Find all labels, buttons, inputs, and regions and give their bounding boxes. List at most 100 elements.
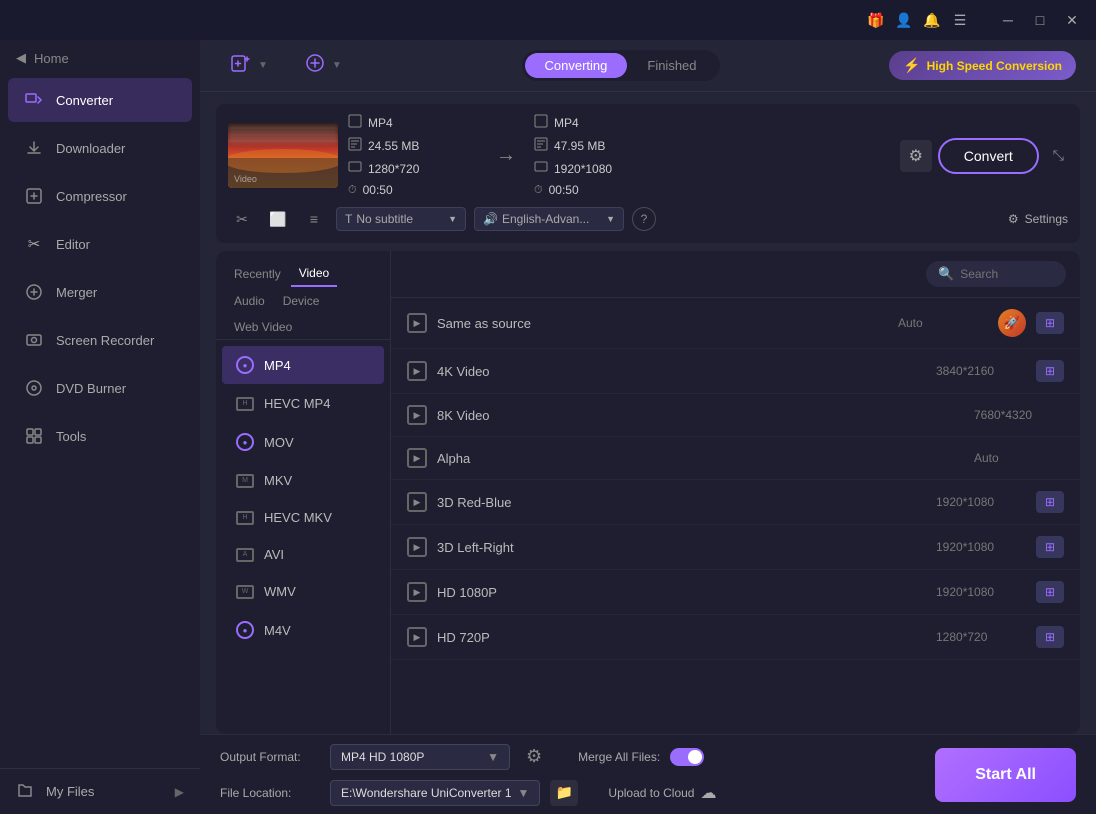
output-format-chevron-icon: ▼ [487,750,499,764]
upload-cloud-button[interactable]: Upload to Cloud ☁ [608,783,716,803]
target-format: MP4 [554,116,579,130]
search-input[interactable] [960,267,1050,281]
hevc-mkv-label: HEVC MKV [264,510,332,525]
edit-button[interactable]: ⊞ [1036,312,1064,334]
format-item-mkv[interactable]: M MKV [222,463,384,498]
preset-play-icon-7: ▶ [407,582,427,602]
settings-label: Settings [1025,212,1068,226]
tab-video[interactable]: Video [291,261,337,287]
edit-button-hd720[interactable]: ⊞ [1036,626,1064,648]
add-file-button[interactable]: ▼ [220,46,278,85]
converting-tab[interactable]: Converting [525,53,628,78]
convert-arrow-icon: → [496,144,516,167]
hevc-mp4-label: HEVC MP4 [264,396,330,411]
cut-button[interactable]: ✂ [228,205,256,233]
my-files-item[interactable]: My Files ▶ [0,768,200,814]
subtitle-select[interactable]: T No subtitle ▼ [336,207,466,231]
preset-hd720-res: 1280*720 [936,630,1026,644]
mov-label: MOV [264,435,294,450]
bottom-bar: Output Format: MP4 HD 1080P ▼ ⚙ Merge Al… [200,734,1096,814]
tab-device[interactable]: Device [275,289,328,313]
sidebar-item-converter[interactable]: Converter [8,78,192,122]
format-item-hevc-mp4[interactable]: H HEVC MP4 [222,386,384,421]
mkv-format-icon: M [236,474,254,488]
start-all-button[interactable]: Start All [935,748,1076,802]
bolt-icon: ⚡ [903,57,920,74]
add-media-chevron-icon: ▼ [332,60,342,71]
sidebar-item-screen-recorder[interactable]: Screen Recorder [8,318,192,362]
sidebar-toggle[interactable]: ◀ Home [0,40,200,76]
format-item-hevc-mkv[interactable]: H HEVC MKV [222,500,384,535]
minimize-button[interactable]: ─ [996,8,1020,32]
edit-button-4k[interactable]: ⊞ [1036,360,1064,382]
add-media-button[interactable]: ▼ [294,46,352,85]
rocket-button[interactable]: 🚀 [998,309,1026,337]
target-size: 47.95 MB [554,139,605,153]
preset-hd1080-name: HD 1080P [437,585,926,600]
subtitle-value: No subtitle [356,212,413,226]
preset-hd-720p[interactable]: ▶ HD 720P 1280*720 ⊞ [391,615,1080,660]
preset-same-as-source[interactable]: ▶ Same as source Auto 🚀 ⊞ [391,298,1080,349]
edit-button-hd1080[interactable]: ⊞ [1036,581,1064,603]
crop-button[interactable]: ⬜ [264,205,292,233]
mov-format-icon: ● [236,433,254,451]
close-button[interactable]: ✕ [1060,8,1084,32]
output-settings-button[interactable]: ⚙ [520,744,548,769]
menu-icon[interactable]: ☰ [950,10,970,30]
tab-audio[interactable]: Audio [226,289,273,313]
gift-icon[interactable]: 🎁 [866,10,886,30]
expand-button[interactable]: ⤡ [1049,143,1068,168]
preset-hd-1080p[interactable]: ▶ HD 1080P 1920*1080 ⊞ [391,570,1080,615]
convert-button[interactable]: Convert [938,138,1039,174]
user-icon[interactable]: 👤 [894,10,914,30]
sidebar-item-tools[interactable]: Tools [8,414,192,458]
format-item-mov[interactable]: ● MOV [222,423,384,461]
tab-web-video[interactable]: Web Video [226,315,300,339]
output-format-select[interactable]: MP4 HD 1080P ▼ [330,744,510,770]
sidebar-item-downloader[interactable]: Downloader [8,126,192,170]
preset-3d-left-right[interactable]: ▶ 3D Left-Right 1920*1080 ⊞ [391,525,1080,570]
sidebar-item-merger[interactable]: Merger [8,270,192,314]
my-files-icon [16,781,34,802]
tab-recently[interactable]: Recently [226,261,289,287]
edit-button-3dlr[interactable]: ⊞ [1036,536,1064,558]
high-speed-label: High Speed Conversion [927,59,1062,73]
high-speed-button[interactable]: ⚡ High Speed Conversion [889,51,1076,80]
preset-3d-red-blue[interactable]: ▶ 3D Red-Blue 1920*1080 ⊞ [391,480,1080,525]
merge-toggle[interactable] [670,748,704,766]
settings-button[interactable]: ⚙ Settings [1008,212,1068,226]
effects-button[interactable]: ≡ [300,205,328,233]
sidebar-item-compressor[interactable]: Compressor [8,174,192,218]
format-item-wmv[interactable]: W WMV [222,574,384,609]
format-item-mp4[interactable]: ● MP4 [222,346,384,384]
format-item-avi[interactable]: A AVI [222,537,384,572]
maximize-button[interactable]: □ [1028,8,1052,32]
sidebar-home-label: Home [34,51,69,66]
format-panel: Recently Video Audio Device Web Video ● … [216,251,1080,734]
edit-button-3drb[interactable]: ⊞ [1036,491,1064,513]
browse-folder-button[interactable]: 📁 [550,780,578,806]
cloud-upload-label: Upload to Cloud [608,786,694,800]
cloud-icon: ☁ [700,783,716,803]
preset-hd1080-res: 1920*1080 [936,585,1026,599]
preset-4k-video[interactable]: ▶ 4K Video 3840*2160 ⊞ [391,349,1080,394]
preset-8k-video[interactable]: ▶ 8K Video 7680*4320 [391,394,1080,437]
file-location-label: File Location: [220,786,320,800]
sidebar-item-editor[interactable]: ✂ Editor [8,222,192,266]
video-label: Video [234,174,257,184]
format-item-m4v[interactable]: ● M4V [222,611,384,649]
audio-select[interactable]: 🔊 English-Advan... ▼ [474,207,624,231]
sidebar-item-dvd-burner[interactable]: DVD Burner [8,366,192,410]
help-button[interactable]: ? [632,207,656,231]
preset-3dlr-name: 3D Left-Right [437,540,926,555]
settings-gear-button[interactable]: ⚙ [900,140,932,172]
screen-recorder-label: Screen Recorder [56,333,154,348]
file-location-select[interactable]: E:\Wondershare UniConverter 1 ▼ [330,780,540,806]
preset-alpha[interactable]: ▶ Alpha Auto [391,437,1080,480]
target-size-icon [534,137,548,154]
bell-icon[interactable]: 🔔 [922,10,942,30]
preset-play-icon-4: ▶ [407,448,427,468]
finished-tab[interactable]: Finished [627,53,716,78]
chevron-down-icon: ▼ [258,60,268,71]
preset-3drb-name: 3D Red-Blue [437,495,926,510]
